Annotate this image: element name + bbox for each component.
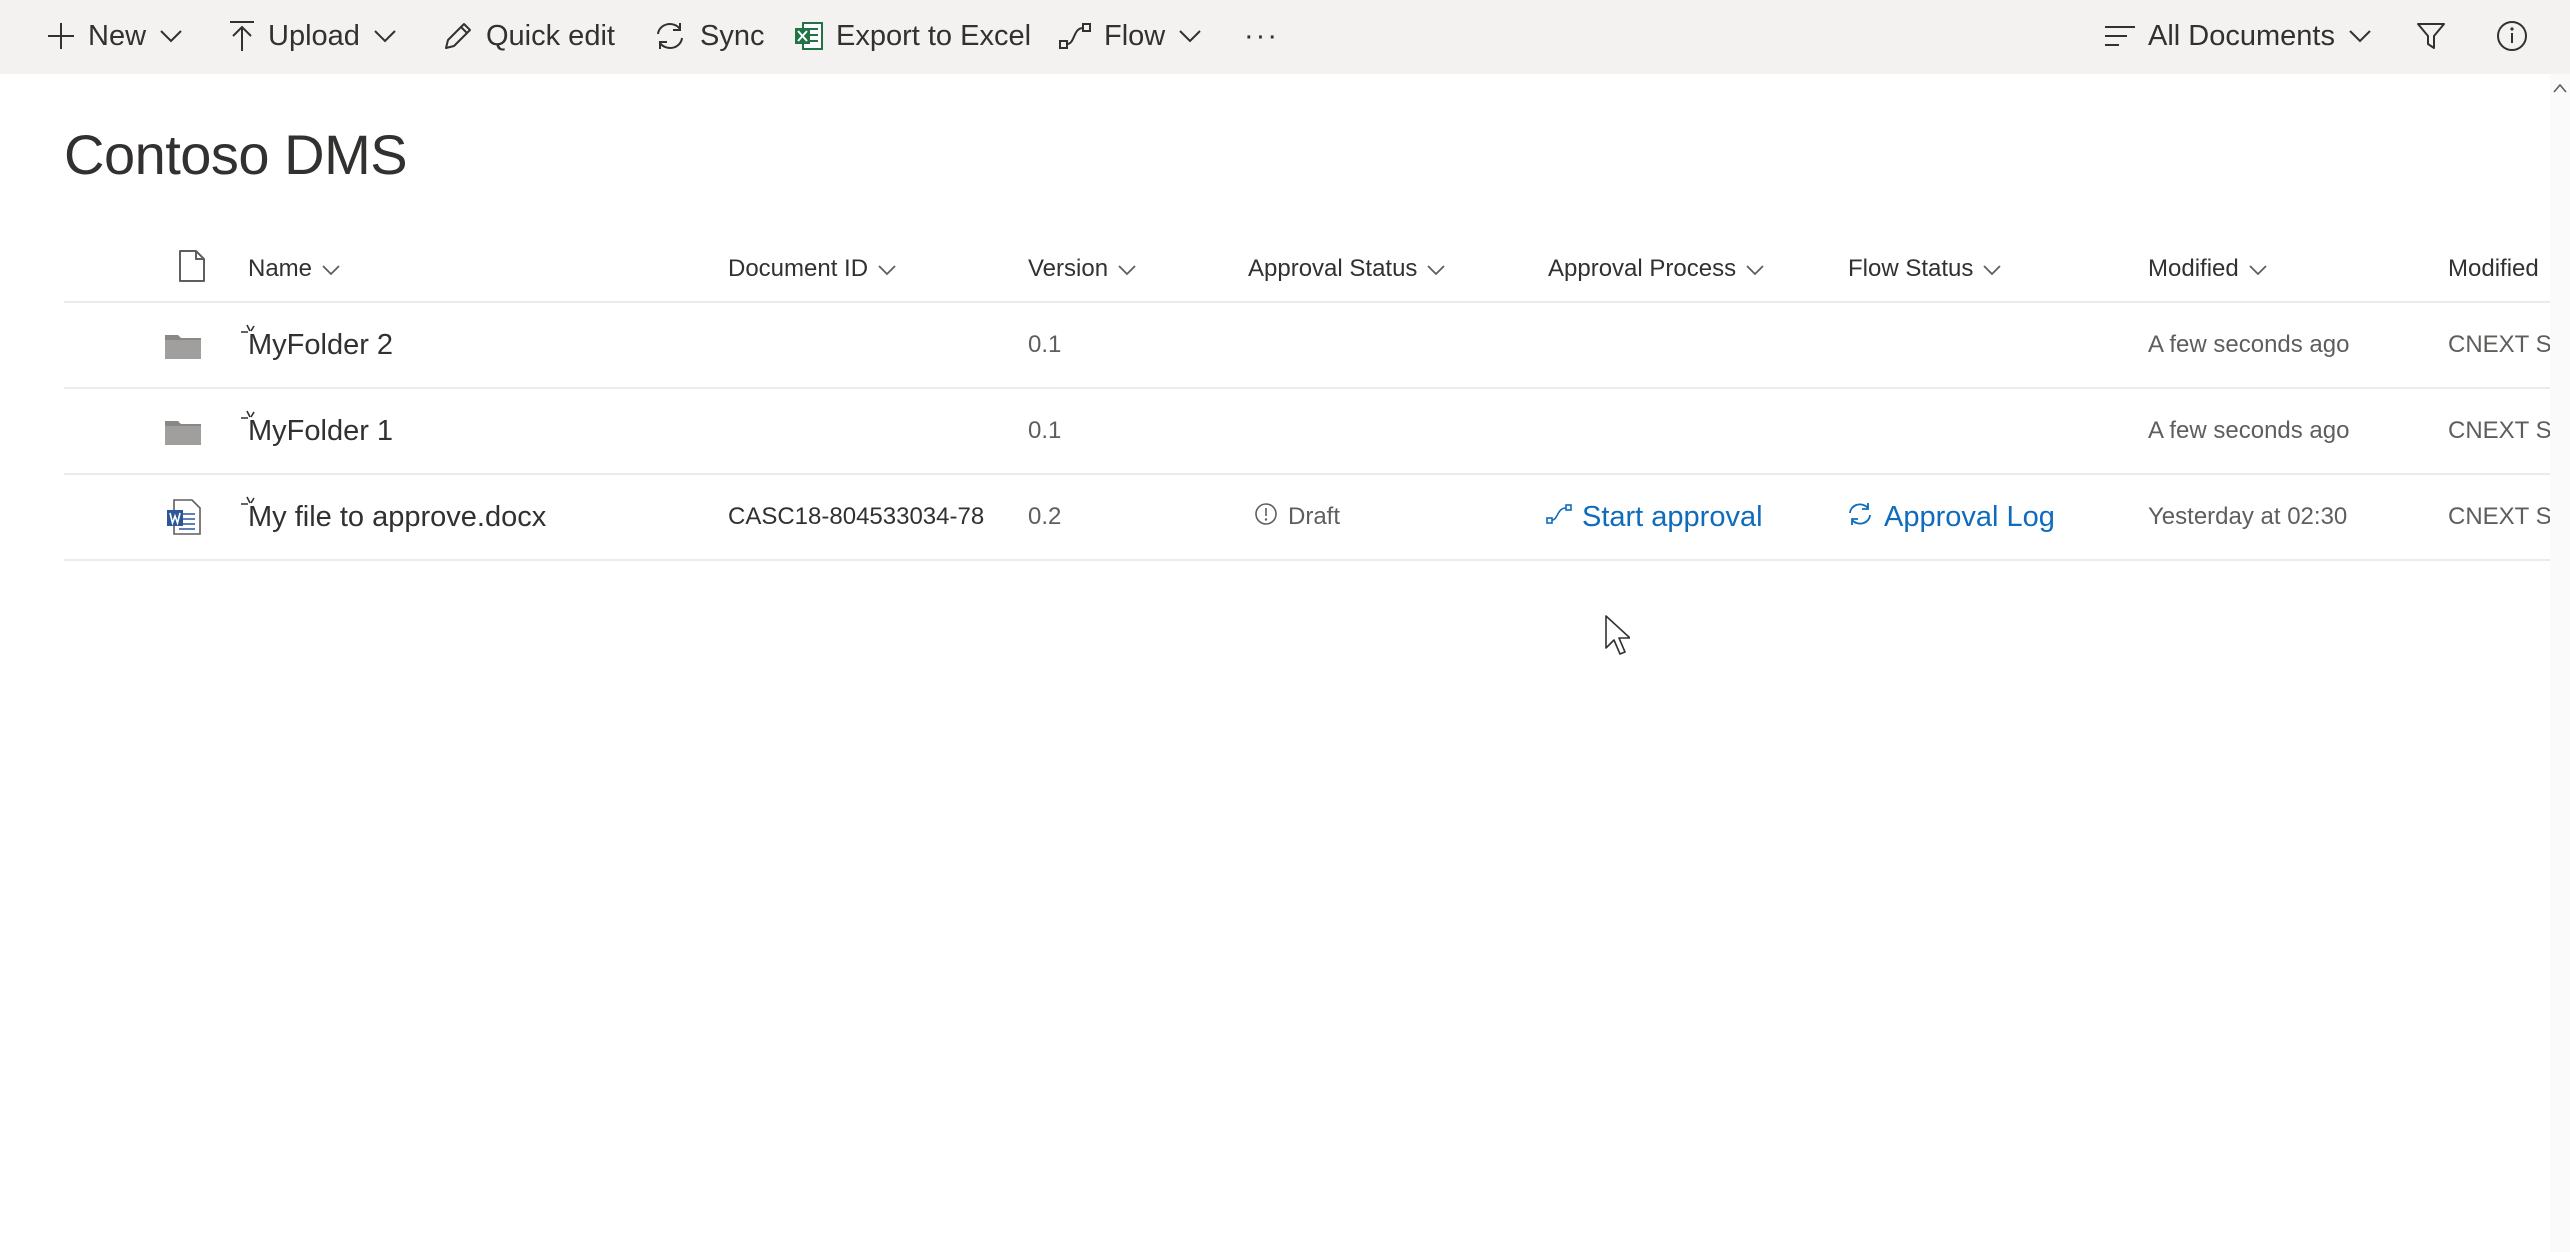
sync-icon [1846,501,1874,534]
quick-edit-button[interactable]: Quick edit [442,0,615,72]
approval-log-label: Approval Log [1884,500,2055,533]
column-header-label: Modified [2148,255,2239,282]
item-name: MyFolder 2 [248,328,394,361]
view-list-icon [2104,24,2136,48]
sync-icon [652,20,688,52]
file-type-header[interactable] [168,249,206,289]
folder-icon [164,389,202,473]
column-header-name[interactable]: Name [248,252,340,286]
table-row[interactable]: MyFolder 1 0.1 A few seconds ago CNEXT S… [64,389,2565,475]
chevron-down-icon [1417,255,1446,283]
upload-label: Upload [268,19,360,52]
column-header-approval-status[interactable]: Approval Status [1248,252,1446,286]
export-to-excel-button[interactable]: Export to Excel [794,0,1031,72]
column-header-label: Name [248,255,313,282]
column-header-approval-process[interactable]: Approval Process [1548,252,1764,286]
item-name-link[interactable]: MyFolder 2 [241,303,394,387]
sync-button[interactable]: Sync [652,0,764,72]
flow-label: Flow [1104,19,1166,52]
quick-edit-label: Quick edit [486,19,615,52]
modified-cell: A few seconds ago [2148,417,2350,444]
page-title: Contoso DMS [64,123,408,186]
version-cell: 0.1 [1028,417,1062,444]
filter-button[interactable] [2416,0,2446,72]
view-label: All Documents [2148,19,2335,52]
vertical-scrollbar[interactable] [2550,74,2570,1252]
flow-icon [1546,503,1572,532]
document-id-cell: CASC18-804533034-78 [728,503,985,530]
chevron-down-icon [2349,29,2371,43]
folder-icon [164,303,202,387]
info-icon [2496,20,2528,52]
scroll-up-arrow-icon[interactable] [2553,80,2567,98]
item-name-link[interactable]: MyFolder 1 [241,389,394,473]
version-cell: 0.2 [1028,503,1062,530]
excel-icon [794,20,824,52]
new-button[interactable]: New [46,0,182,72]
modified-by-cell[interactable]: CNEXT Su [2448,389,2565,473]
flow-button[interactable]: Flow [1058,0,1201,72]
command-bar: New Upload Quick edit Sync Export to Exc… [0,0,2570,74]
more-icon: ··· [1244,19,1279,52]
modified-by-cell[interactable]: CNEXT Su [2448,303,2565,387]
column-header-document-id[interactable]: Document ID [728,252,896,286]
table-row[interactable]: MyFolder 2 0.1 A few seconds ago CNEXT S… [64,303,2565,389]
table-row[interactable]: My file to approve.docx CASC18-804533034… [64,475,2565,561]
column-header-version[interactable]: Version [1028,252,1136,286]
flow-icon [1058,21,1092,51]
approval-status-cell: Draft [1254,475,1340,559]
column-header-label: Version [1028,255,1109,282]
column-header-label: Modified [2448,255,2539,282]
filter-icon [2416,21,2446,51]
column-header-modified[interactable]: Modified [2148,252,2267,286]
new-label: New [88,19,147,52]
chevron-down-icon [374,29,396,43]
upload-button[interactable]: Upload [228,0,396,72]
version-cell: 0.1 [1028,331,1062,358]
column-header-label: Document ID [728,255,869,282]
chevron-down-icon [1108,255,1136,283]
view-switcher[interactable]: All Documents [2104,0,2371,72]
column-header-label: Flow Status [1848,255,1974,282]
modified-cell: A few seconds ago [2148,331,2350,358]
approval-log-link[interactable]: Approval Log [1846,475,2055,559]
more-button[interactable]: ··· [1244,0,1279,72]
chevron-down-icon [1973,255,2002,283]
export-to-excel-label: Export to Excel [836,19,1032,52]
chevron-down-icon [868,255,896,283]
start-approval-link[interactable]: Start approval [1546,475,1763,559]
chevron-down-icon [1179,29,1201,43]
item-name-link[interactable]: My file to approve.docx [241,475,547,559]
approval-status-label: Draft [1288,503,1341,530]
column-header-flow-status[interactable]: Flow Status [1848,252,2002,286]
plus-icon [46,21,76,51]
document-icon [168,249,206,289]
sync-label: Sync [700,19,765,52]
item-name: My file to approve.docx [248,500,547,533]
chevron-down-icon [160,29,182,43]
modified-by-cell[interactable]: CNEXT Su [2448,475,2565,559]
start-approval-label: Start approval [1582,500,1763,533]
column-header-label: Approval Process [1548,255,1737,282]
pencil-icon [442,20,474,52]
upload-icon [228,20,256,52]
modified-cell: Yesterday at 02:30 [2148,503,2348,530]
info-icon [1254,502,1278,533]
chevron-down-icon [1736,255,1764,283]
chevron-down-icon [312,255,340,283]
item-name: MyFolder 1 [248,414,394,447]
mouse-cursor-icon [1604,614,1631,661]
column-header-label: Approval Status [1248,255,1418,282]
info-button[interactable] [2496,0,2528,72]
chevron-down-icon [2239,255,2267,283]
column-header-modified-by[interactable]: Modified [2448,252,2539,286]
word-document-icon [166,475,202,559]
